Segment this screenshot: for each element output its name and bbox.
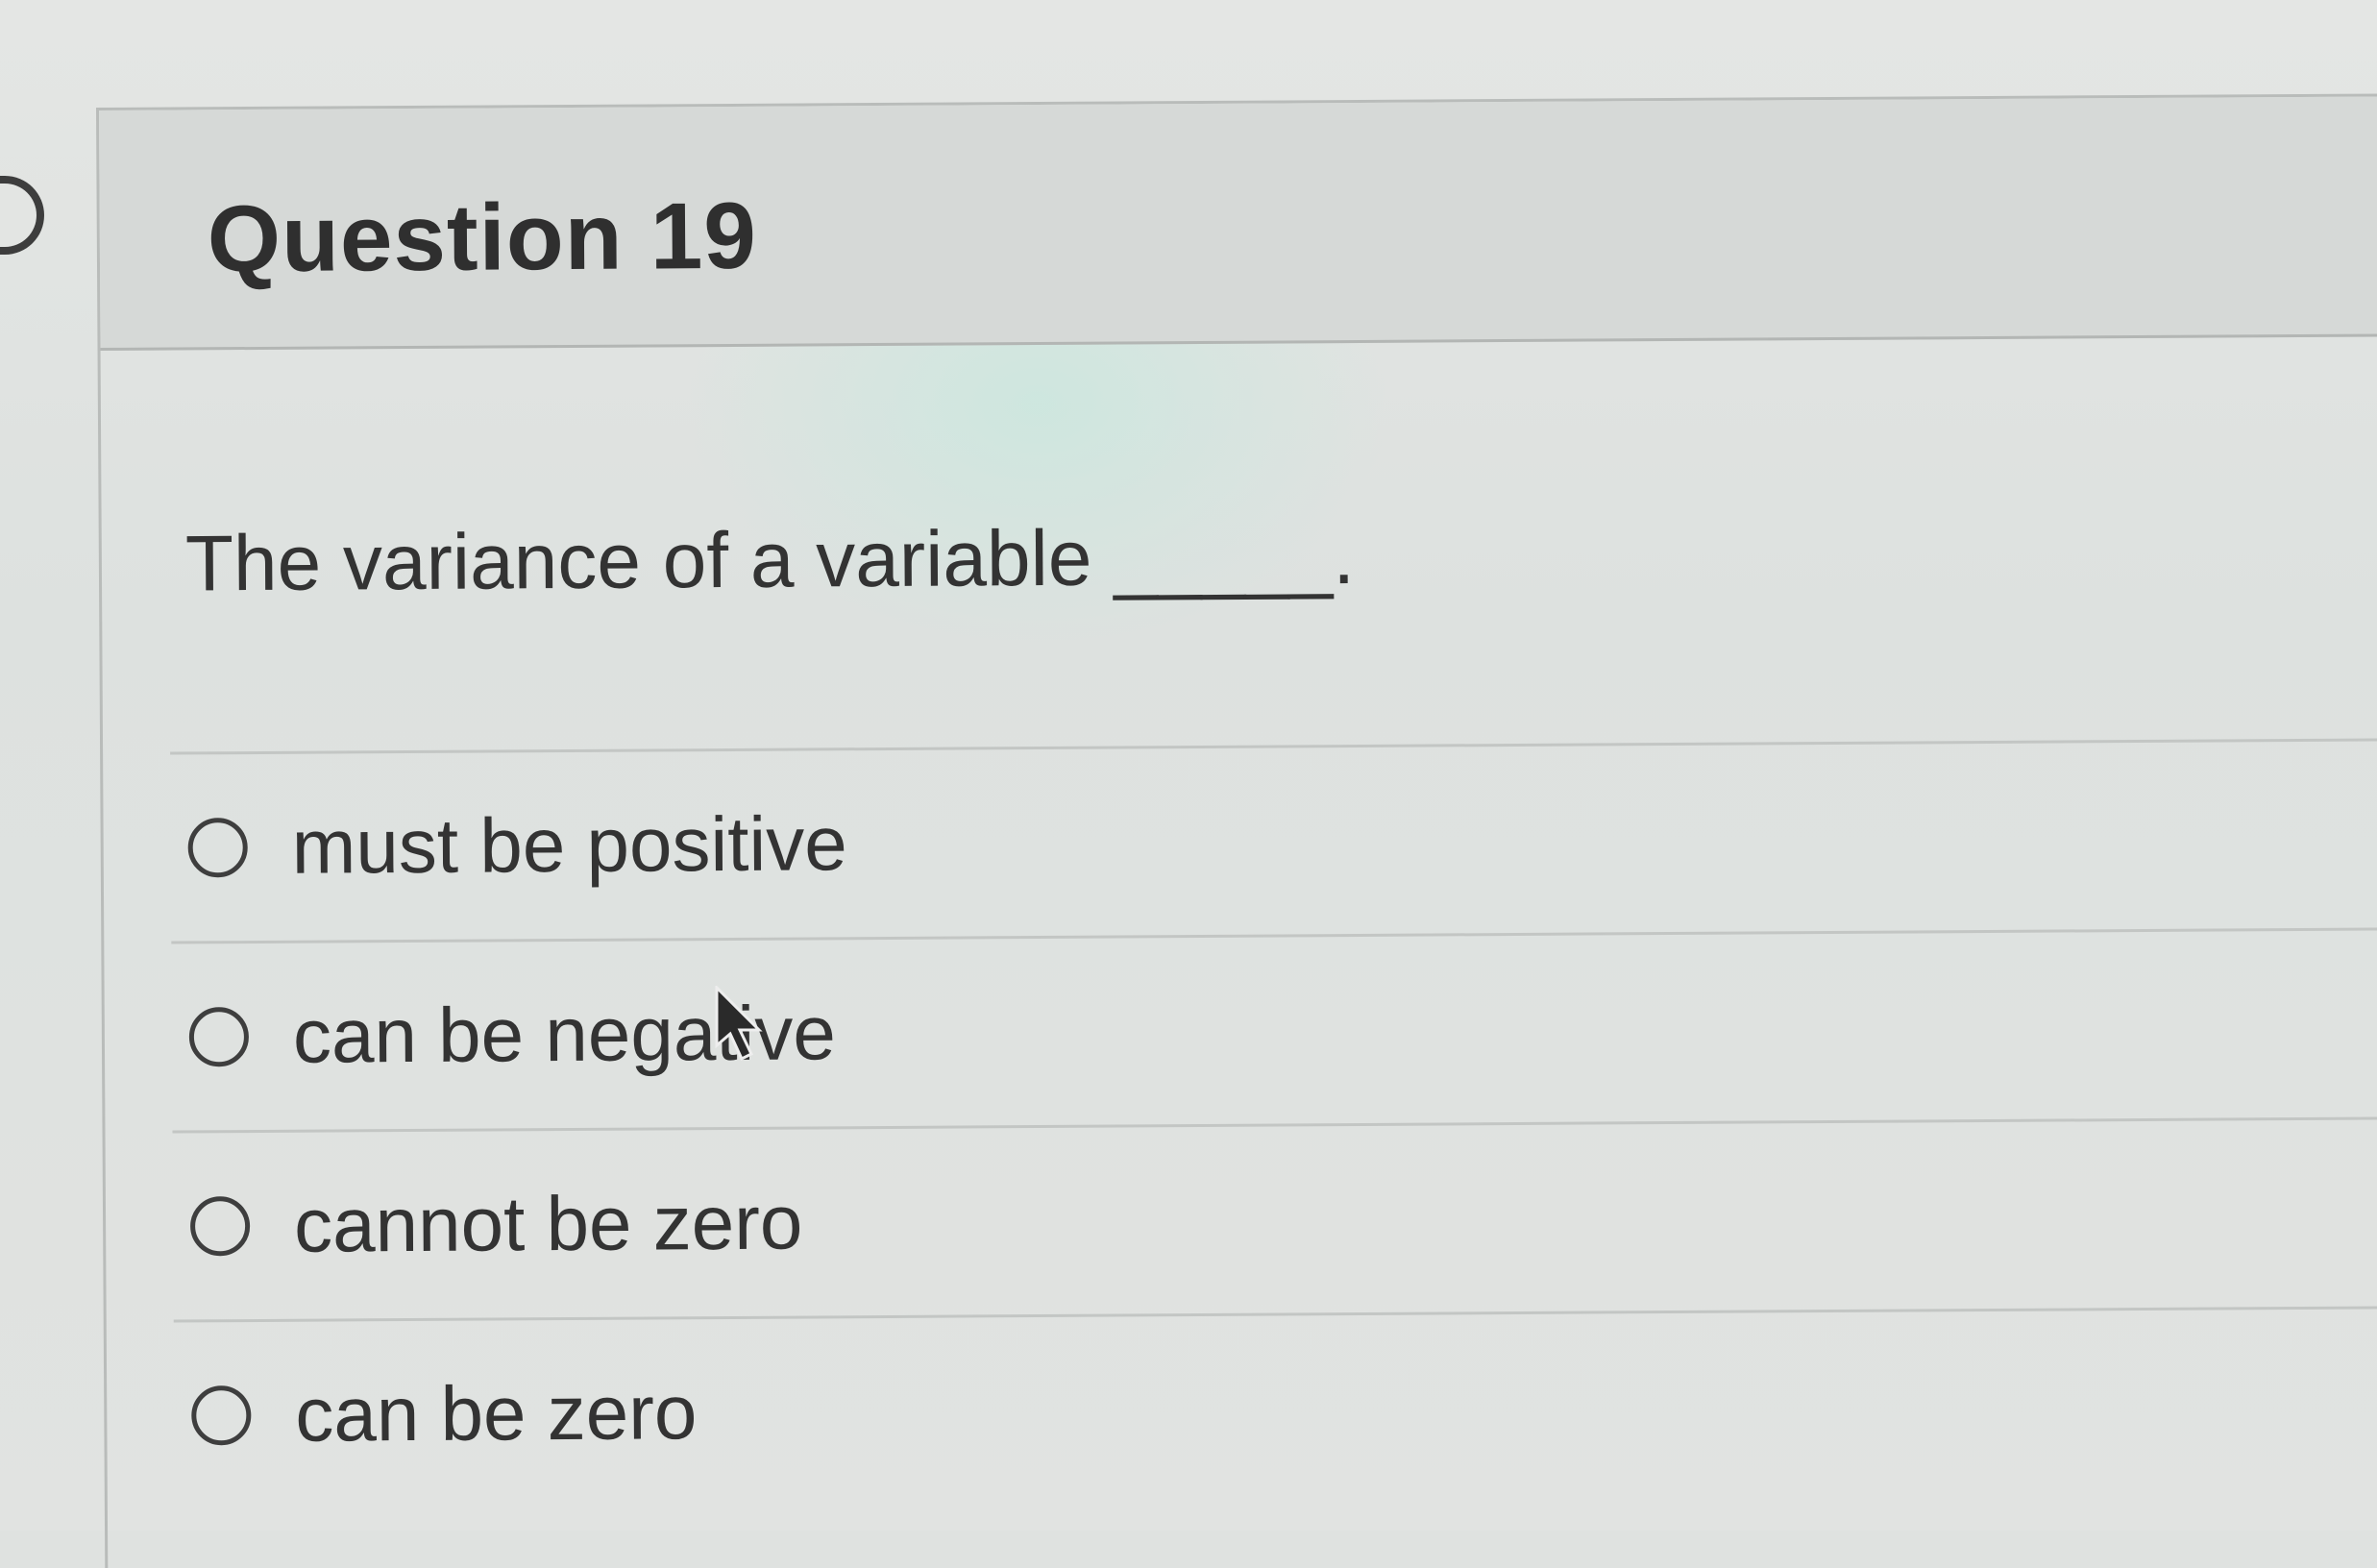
radio-unchecked-icon[interactable]	[189, 1196, 251, 1257]
answer-label: can be zero	[295, 1369, 698, 1458]
question-prompt: The variance of a variable _____.	[184, 513, 1356, 608]
answer-label: must be positive	[291, 800, 848, 890]
answer-option-must-be-positive[interactable]: must be positive	[160, 741, 2377, 941]
answer-option-can-be-negative[interactable]: can be negative	[161, 930, 2377, 1130]
answer-option-can-be-zero[interactable]: can be zero	[164, 1309, 2377, 1508]
question-title: Question 19	[207, 182, 758, 292]
question-header: Question 19	[99, 96, 2377, 351]
question-card: Question 19 The variance of a variable _…	[96, 93, 2377, 1568]
mouse-pointer-icon	[715, 986, 763, 1062]
radio-unchecked-icon[interactable]	[191, 1385, 252, 1446]
answer-label: cannot be zero	[293, 1179, 803, 1268]
answer-option-cannot-be-zero[interactable]: cannot be zero	[163, 1119, 2377, 1319]
radio-unchecked-icon[interactable]	[188, 1007, 250, 1067]
radio-unchecked-icon[interactable]	[187, 818, 248, 878]
answer-list: must be positive can be negative cannot …	[160, 738, 2377, 1508]
